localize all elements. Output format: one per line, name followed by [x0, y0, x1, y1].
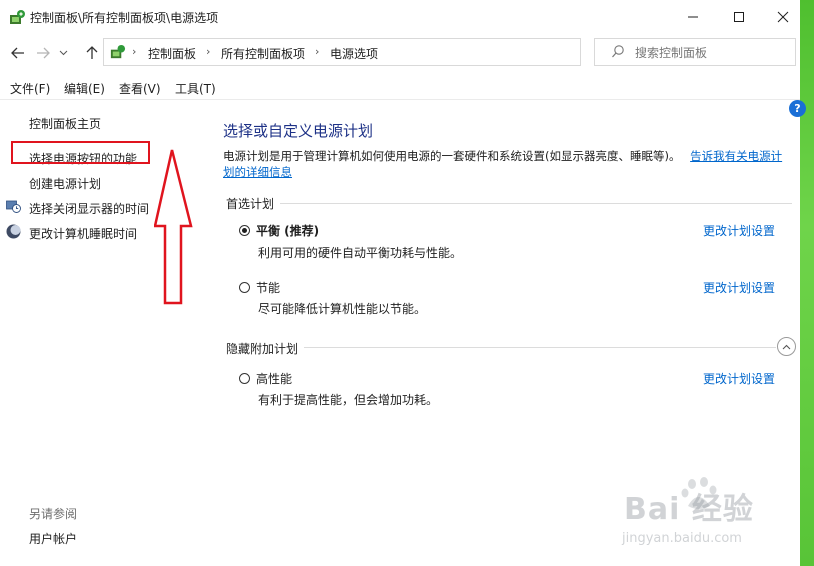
back-button[interactable]: [9, 44, 27, 62]
control-panel-icon: [10, 10, 25, 24]
back-arrow-icon: [11, 47, 24, 59]
left-link-display-off-time[interactable]: 选择关闭显示器的时间: [29, 200, 149, 217]
recent-locations-button[interactable]: [57, 44, 69, 62]
plan-name-high-performance[interactable]: 高性能: [256, 370, 292, 387]
left-link-control-panel-home[interactable]: 控制面板主页: [29, 115, 101, 132]
breadcrumb-separator-icon[interactable]: ›: [132, 45, 136, 58]
window-title: 控制面板\所有控制面板项\电源选项: [30, 11, 219, 25]
breadcrumb-control-panel[interactable]: 控制面板: [148, 45, 196, 62]
watermark-url: jingyan.baidu.com: [622, 531, 742, 546]
maximize-button[interactable]: [716, 0, 762, 34]
address-bar[interactable]: › 控制面板 › 所有控制面板项 › 电源选项: [103, 38, 674, 66]
divider: [0, 99, 800, 100]
plan-name-power-saver[interactable]: 节能: [256, 279, 280, 296]
description-text-continued: 划的详细信息: [223, 164, 292, 180]
left-link-create-power-plan[interactable]: 创建电源计划: [29, 175, 101, 192]
preferred-plans-heading: 首选计划: [226, 195, 281, 212]
description-text: 电源计划是用于管理计算机如何使用电源的一套硬件和系统设置(如显示器亮度、睡眠等)…: [223, 148, 782, 164]
hidden-plans-heading: 隐藏附加计划: [226, 340, 305, 357]
learn-more-link[interactable]: 告诉我有关电源计: [690, 149, 782, 163]
breadcrumb-separator-icon[interactable]: ›: [315, 45, 319, 58]
radio-high-performance[interactable]: [239, 373, 250, 384]
chevron-up-icon: [782, 344, 791, 349]
radio-balanced[interactable]: [239, 225, 250, 236]
plan-desc-high-performance: 有利于提高性能，但会增加功耗。: [258, 393, 439, 407]
page-title: 选择或自定义电源计划: [223, 122, 374, 140]
change-plan-settings-link[interactable]: 更改计划设置: [703, 222, 775, 239]
close-icon: [777, 11, 789, 23]
menu-edit[interactable]: 编辑(E): [64, 80, 105, 97]
title-bar: 控制面板\所有控制面板项\电源选项: [0, 0, 800, 34]
group-divider: [226, 347, 776, 348]
up-arrow-icon: [86, 46, 98, 59]
desktop-background-edge: [800, 0, 814, 566]
left-link-sleep-time[interactable]: 更改计算机睡眠时间: [29, 225, 137, 242]
change-plan-settings-link[interactable]: 更改计划设置: [703, 370, 775, 387]
breadcrumb-power-options[interactable]: 电源选项: [330, 45, 378, 62]
learn-more-link-continued[interactable]: 划的详细信息: [223, 165, 292, 179]
minimize-button[interactable]: [670, 0, 716, 34]
help-icon[interactable]: ?: [789, 100, 806, 117]
left-link-user-accounts[interactable]: 用户帐户: [29, 530, 77, 547]
annotation-up-arrow-icon: [154, 149, 193, 305]
minimize-icon: [688, 16, 698, 18]
plan-desc-power-saver: 尽可能降低计算机性能以节能。: [258, 302, 427, 316]
menu-file[interactable]: 文件(F): [10, 80, 50, 97]
see-also-heading: 另请参阅: [29, 507, 78, 521]
plan-name-balanced[interactable]: 平衡 (推荐): [256, 222, 319, 239]
breadcrumb-separator-icon[interactable]: ›: [206, 45, 210, 58]
radio-power-saver[interactable]: [239, 282, 250, 293]
annotation-highlight-box: [11, 141, 150, 164]
search-input[interactable]: [633, 41, 797, 65]
forward-button[interactable]: [34, 44, 52, 62]
group-divider: [226, 203, 792, 204]
change-plan-settings-link[interactable]: 更改计划设置: [703, 279, 775, 296]
maximize-icon: [734, 12, 744, 22]
search-box[interactable]: [594, 38, 797, 66]
control-panel-icon: [110, 44, 126, 59]
watermark-text: Bai 经验: [624, 492, 754, 527]
forward-arrow-icon: [37, 47, 50, 59]
chevron-down-icon: [59, 50, 67, 56]
search-icon: [612, 45, 624, 58]
description-body: 电源计划是用于管理计算机如何使用电源的一套硬件和系统设置(如显示器亮度、睡眠等)…: [223, 149, 681, 163]
breadcrumb-all-items[interactable]: 所有控制面板项: [221, 45, 305, 62]
menu-view[interactable]: 查看(V): [119, 80, 161, 97]
moon-sleep-icon: [6, 224, 21, 239]
display-clock-icon: [6, 200, 21, 213]
menu-tools[interactable]: 工具(T): [175, 80, 216, 97]
collapse-button[interactable]: [777, 337, 796, 356]
up-button[interactable]: [83, 44, 101, 62]
plan-desc-balanced: 利用可用的硬件自动平衡功耗与性能。: [258, 246, 463, 260]
